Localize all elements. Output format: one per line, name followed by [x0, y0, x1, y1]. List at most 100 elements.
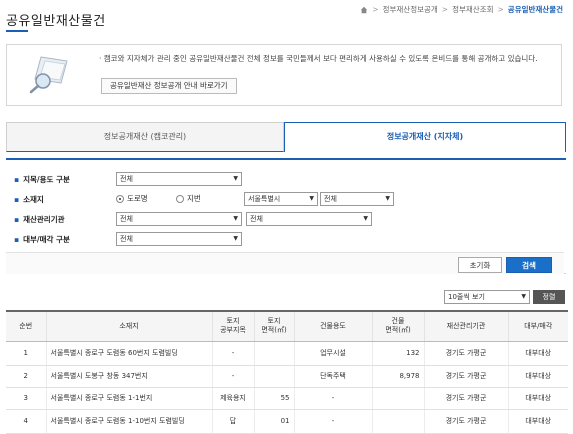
cell-land-area	[253, 341, 294, 366]
caret-down-icon: ▼	[363, 215, 368, 222]
caret-down-icon: ▼	[233, 175, 238, 182]
radio-checked-icon	[116, 194, 124, 203]
col-header[interactable]: 건물 면적(㎡)	[371, 311, 424, 342]
notice-guide-button[interactable]: 공유일반재산 정보공개 안내 바로가기	[101, 78, 237, 94]
search-button[interactable]: 검색	[506, 257, 552, 273]
city-select[interactable]: 서울특별시 ▼	[244, 192, 318, 206]
bullet-icon: ▪	[14, 175, 20, 184]
caret-down-icon: ▼	[309, 195, 314, 202]
cell-building-use: 단독주택	[293, 365, 372, 388]
cell-address[interactable]: 서울특별시 종로구 도렴동 1-10번지 도렴빌딩	[45, 409, 212, 434]
filter-label-text: 지목/용도 구분	[23, 175, 70, 184]
cell-number: 1	[6, 341, 46, 366]
radio-road-name[interactable]: 도로명	[116, 193, 148, 204]
breadcrumb-item-1[interactable]: 정부재산정보공개	[383, 4, 438, 15]
filter-label-location: ▪ 소재지	[14, 194, 104, 205]
cell-agency: 경기도 가평군	[423, 387, 508, 410]
lease-select[interactable]: 전체 ▼	[116, 232, 242, 246]
filter-label-agency: ▪ 재산관리기관	[14, 214, 104, 225]
cell-agency: 경기도 가평군	[423, 409, 508, 434]
filter-label-text: 재산관리기관	[23, 215, 65, 224]
page-title: 공유일반재산물건	[6, 14, 106, 29]
bullet-icon: ▪	[14, 235, 20, 244]
category-select[interactable]: 전체 ▼	[116, 172, 242, 186]
select-value: 전체	[120, 215, 133, 223]
table-row[interactable]: 3 서울특별시 종로구 도렴동 1-1번지 제육용지 55 - 경기도 가평군 …	[6, 387, 568, 410]
col-header[interactable]: 토지 면적(㎡)	[253, 311, 294, 342]
cell-building-area	[371, 387, 424, 410]
caret-down-icon: ▼	[233, 215, 238, 222]
notice-box: · 캠코와 지자체가 관리 중인 공유일반재산물건 전체 정보를 국민들께서 보…	[6, 44, 562, 106]
select-value: 전체	[324, 195, 337, 203]
cell-agency: 경기도 가평군	[423, 365, 508, 388]
caret-down-icon: ▼	[521, 293, 526, 300]
breadcrumb-separator: >	[441, 5, 449, 14]
cell-land-category: 답	[211, 409, 254, 434]
cell-agency: 경기도 가평군	[423, 341, 508, 366]
col-header[interactable]: 토지 공부지목	[211, 311, 254, 342]
cell-number: 2	[6, 365, 46, 388]
caret-down-icon: ▼	[233, 235, 238, 242]
cell-building-use: 업무시설	[293, 341, 372, 366]
cell-land-area: 01	[253, 409, 294, 434]
notice-text: · 캠코와 지자체가 관리 중인 공유일반재산물건 전체 정보를 국민들께서 보…	[99, 54, 538, 63]
bullet-icon: ▪	[14, 195, 20, 204]
col-header[interactable]: 대부/매각	[507, 311, 568, 342]
filter-label-category: ▪ 지목/용도 구분	[14, 174, 104, 185]
tab-kamco[interactable]: 정보공개재산 (캠코관리)	[6, 122, 284, 152]
select-value: 10줄씩 보기	[448, 293, 485, 301]
breadcrumb: > 정부재산정보공개 > 정부재산조회 > 공유일반재산물건	[360, 4, 563, 15]
filter-label-text: 대부/매각 구분	[23, 235, 70, 244]
radio-label: 도로명	[127, 194, 148, 203]
select-value: 서울특별시	[248, 195, 281, 203]
filter-label-text: 소재지	[23, 195, 44, 204]
cell-address[interactable]: 서울특별시 도봉구 창동 347번지	[45, 365, 212, 388]
cell-land-area: 55	[253, 387, 294, 410]
filter-label-lease: ▪ 대부/매각 구분	[14, 234, 104, 245]
cell-lease-type: 대부대상	[507, 409, 568, 434]
cell-address[interactable]: 서울특별시 종로구 도렴동 1-1번지	[45, 387, 212, 410]
cell-lease-type: 대부대상	[507, 341, 568, 366]
cell-building-use: -	[293, 409, 372, 434]
cell-land-category: -	[211, 365, 254, 388]
agency-select-2[interactable]: 전체 ▼	[246, 212, 372, 226]
breadcrumb-separator: >	[497, 5, 504, 14]
tab-local-government[interactable]: 정보공개재산 (지자체)	[284, 122, 566, 152]
table-header-row: 순번 소재지 토지 공부지목 토지 면적(㎡) 건물용도 건물 면적(㎡) 재산…	[6, 311, 568, 342]
home-icon[interactable]	[360, 6, 368, 14]
title-underline	[6, 30, 28, 32]
col-header[interactable]: 건물용도	[293, 311, 372, 342]
table-row[interactable]: 1 서울특별시 종로구 도렴동 60번지 도렴빌딩 - 업무시설 132 경기도…	[6, 341, 568, 366]
document-search-icon	[29, 56, 68, 94]
col-header[interactable]: 소재지	[45, 311, 212, 342]
table-row[interactable]: 4 서울특별시 종로구 도렴동 1-10번지 도렴빌딩 답 01 - 경기도 가…	[6, 409, 568, 434]
cell-lease-type: 대부대상	[507, 387, 568, 410]
breadcrumb-item-2[interactable]: 정부재산조회	[452, 4, 493, 15]
reset-button[interactable]: 초기화	[458, 257, 502, 273]
cell-address[interactable]: 서울특별시 종로구 도렴동 60번지 도렴빌딩	[45, 341, 212, 366]
district-select[interactable]: 전체 ▼	[320, 192, 394, 206]
select-value: 전체	[120, 235, 133, 243]
select-value: 전체	[120, 175, 133, 183]
results-table: 순번 소재지 토지 공부지목 토지 면적(㎡) 건물용도 건물 면적(㎡) 재산…	[6, 310, 568, 434]
cell-building-use: -	[293, 387, 372, 410]
col-header[interactable]: 순번	[6, 311, 46, 342]
cell-number: 3	[6, 387, 46, 410]
cell-building-area: 132	[371, 341, 424, 366]
search-filter-panel: ▪ 지목/용도 구분 전체 ▼ ▪ 소재지 도로명 지번 서울특별시 ▼ 전체 ▼ ▪ 재산…	[6, 158, 566, 274]
col-header[interactable]: 재산관리기관	[423, 311, 508, 342]
radio-unchecked-icon	[176, 194, 184, 203]
cell-land-area	[253, 365, 294, 388]
radio-lot-number[interactable]: 지번	[176, 193, 201, 204]
sort-button[interactable]: 정렬	[533, 290, 565, 304]
agency-select-1[interactable]: 전체 ▼	[116, 212, 242, 226]
cell-land-category: -	[211, 341, 254, 366]
page-size-select[interactable]: 10줄씩 보기 ▼	[444, 290, 530, 304]
cell-land-category: 제육용지	[211, 387, 254, 410]
cell-building-area: 8,978	[371, 365, 424, 388]
tab-bar: 정보공개재산 (캠코관리) 정보공개재산 (지자체)	[6, 122, 566, 152]
select-value: 전체	[250, 215, 263, 223]
radio-label: 지번	[187, 194, 201, 203]
table-row[interactable]: 2 서울특별시 도봉구 창동 347번지 - 단독주택 8,978 경기도 가평…	[6, 365, 568, 388]
breadcrumb-separator: >	[372, 5, 379, 14]
